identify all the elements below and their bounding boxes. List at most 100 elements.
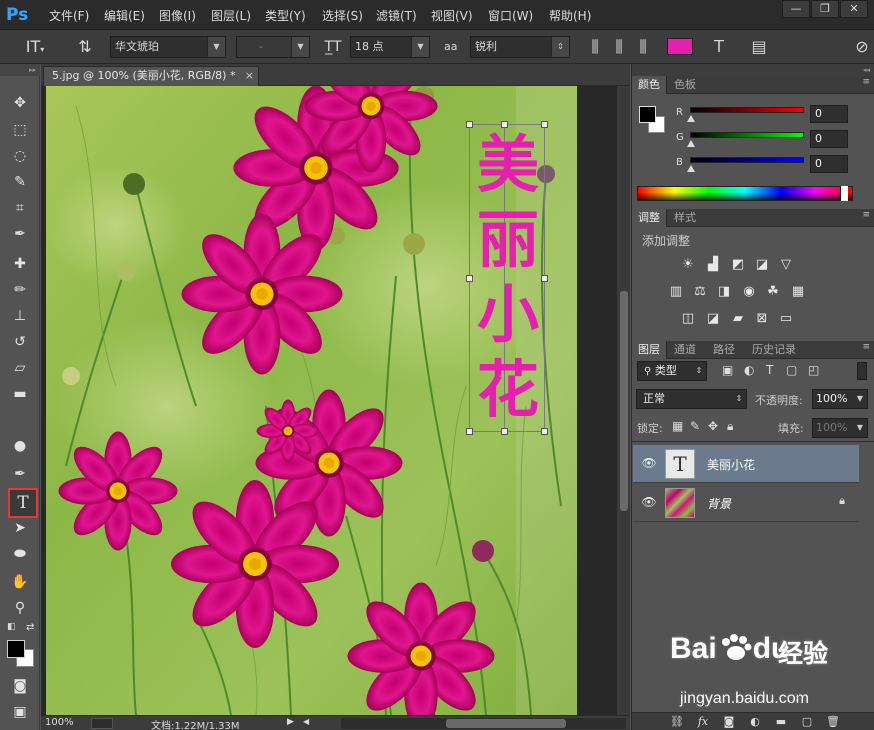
tab-adjustments[interactable]: 调整	[632, 209, 667, 227]
layer-name[interactable]: 背景	[707, 495, 731, 512]
quick-select-tool-icon[interactable]: ✎	[7, 170, 33, 194]
lock-transparent-icon[interactable]: ▦	[672, 419, 683, 433]
channel-b-slider[interactable]	[690, 157, 804, 163]
threshold-icon[interactable]: ▰	[729, 311, 747, 327]
transform-handle[interactable]	[466, 121, 473, 128]
blend-mode-select[interactable]: 正常 ⇕	[636, 389, 747, 409]
transform-handle[interactable]	[466, 428, 473, 435]
align-top-icon[interactable]: ⫼	[584, 36, 606, 58]
panel-menu-icon[interactable]: ≡	[862, 210, 870, 220]
path-select-tool-icon[interactable]: ➤	[7, 516, 33, 540]
clone-stamp-tool-icon[interactable]: ⊥	[7, 304, 33, 328]
channel-r-slider[interactable]	[690, 107, 804, 113]
menu-layer[interactable]: 图层(L)	[211, 7, 251, 24]
color-lookup-icon[interactable]: ▦	[789, 284, 807, 300]
character-panel-icon[interactable]: ▤	[748, 36, 770, 58]
pen-tool-icon[interactable]: ✒	[7, 462, 33, 486]
font-size-select[interactable]: 18 点 ▼	[350, 36, 430, 58]
dodge-tool-icon[interactable]: ●	[7, 434, 33, 458]
spectrum-white-swatch[interactable]	[840, 186, 848, 201]
layer-filter-select[interactable]: ⚲ 类型 ⇕	[637, 361, 707, 381]
tool-preset-icon[interactable]: IT▾	[22, 36, 48, 58]
channel-b-value[interactable]: 0	[810, 155, 848, 173]
transform-handle[interactable]	[501, 428, 508, 435]
scroll-thumb[interactable]	[446, 719, 566, 728]
panel-menu-icon[interactable]: ≡	[862, 77, 870, 87]
quick-mask-icon[interactable]: ◙	[7, 674, 33, 698]
screen-mode-icon[interactable]: ▣	[7, 700, 33, 724]
eye-icon[interactable]: 👁︎	[641, 495, 657, 509]
color-spectrum[interactable]	[637, 186, 853, 201]
gradient-map-icon[interactable]: ▭	[777, 311, 795, 327]
filter-type-icon[interactable]: T	[766, 363, 773, 377]
layer-row[interactable]: 👁︎ 背景 🔒︎	[633, 484, 859, 522]
channel-r-value[interactable]: 0	[810, 105, 848, 123]
slider-handle[interactable]	[687, 115, 695, 122]
menu-edit[interactable]: 编辑(E)	[104, 7, 145, 24]
move-tool-icon[interactable]: ✥	[7, 91, 33, 115]
exposure-icon[interactable]: ◪	[753, 257, 771, 273]
panel-grip[interactable]: ◂◂	[632, 64, 874, 76]
menu-file[interactable]: 文件(F)	[49, 7, 89, 24]
menu-help[interactable]: 帮助(H)	[549, 7, 591, 24]
slider-handle[interactable]	[687, 165, 695, 172]
color-balance-icon[interactable]: ⚖	[691, 284, 709, 300]
filter-adjustment-icon[interactable]: ◐	[744, 363, 754, 377]
selective-color-icon[interactable]: ⊠	[753, 311, 771, 327]
opacity-field[interactable]: 100% ▼	[812, 389, 868, 409]
channel-mixer-icon[interactable]: ☘	[764, 284, 782, 300]
tab-color[interactable]: 颜色	[632, 76, 667, 94]
menu-filter[interactable]: 滤镜(T)	[376, 7, 417, 24]
brightness-icon[interactable]: ☀	[679, 257, 697, 273]
zoom-level[interactable]: 100%	[45, 717, 74, 728]
photo-filter-icon[interactable]: ◉	[740, 284, 758, 300]
scroll-thumb[interactable]	[620, 291, 628, 511]
transform-handle[interactable]	[541, 275, 548, 282]
horizontal-scrollbar[interactable]	[341, 718, 626, 729]
anti-alias-select[interactable]: 锐利 ⇕	[470, 36, 570, 58]
filter-toggle[interactable]	[857, 362, 867, 380]
lock-pixels-icon[interactable]: ✎	[690, 419, 700, 433]
filter-smart-object-icon[interactable]: ◰	[808, 363, 819, 377]
panel-menu-icon[interactable]: ≡	[862, 342, 870, 352]
vibrance-icon[interactable]: ▽	[777, 257, 795, 273]
document-tab[interactable]: 5.jpg @ 100% (美丽小花, RGB/8) * ×	[43, 66, 259, 86]
fill-field[interactable]: 100% ▼	[812, 418, 868, 438]
channel-g-value[interactable]: 0	[810, 130, 848, 148]
align-center-icon[interactable]: ⫼	[608, 36, 630, 58]
menu-select[interactable]: 选择(S)	[322, 7, 363, 24]
gradient-tool-icon[interactable]: ▬	[7, 382, 33, 406]
status-menu-arrow-icon[interactable]: ▶	[287, 717, 294, 727]
lock-position-icon[interactable]: ✥	[708, 419, 718, 433]
filter-shape-icon[interactable]: ▢	[786, 363, 797, 377]
warp-text-icon[interactable]: Ｔ	[708, 36, 730, 58]
eraser-tool-icon[interactable]: ▱	[7, 356, 33, 380]
hue-sat-icon[interactable]: ▥	[667, 284, 685, 300]
close-icon[interactable]: ×	[245, 67, 254, 85]
eye-icon[interactable]: 👁︎	[641, 456, 657, 470]
curves-icon[interactable]: ◩	[729, 257, 747, 273]
tab-swatches[interactable]: 色板	[668, 76, 702, 94]
levels-icon[interactable]: ▟	[704, 257, 722, 273]
lasso-tool-icon[interactable]: ◌	[7, 144, 33, 168]
status-preview-icon[interactable]	[91, 718, 113, 729]
restore-button[interactable]: ❐	[811, 0, 839, 18]
default-colors-icon[interactable]: ◧	[7, 622, 16, 632]
foreground-color-swatch[interactable]	[639, 106, 656, 123]
tab-styles[interactable]: 样式	[668, 209, 702, 227]
type-tool-icon[interactable]: T	[8, 488, 38, 518]
scroll-left-icon[interactable]: ◀	[303, 717, 309, 726]
marquee-tool-icon[interactable]: ⬚	[7, 118, 33, 142]
transform-handle[interactable]	[541, 428, 548, 435]
filter-pixel-icon[interactable]: ▣	[722, 363, 733, 377]
channel-g-slider[interactable]	[690, 132, 804, 138]
swap-colors-icon[interactable]: ⇄	[26, 622, 34, 633]
menu-window[interactable]: 窗口(W)	[488, 7, 533, 24]
bw-icon[interactable]: ◨	[715, 284, 733, 300]
crop-tool-icon[interactable]: ⌗	[7, 196, 33, 220]
text-orientation-icon[interactable]: ⇅	[74, 36, 96, 58]
text-bounding-box[interactable]: 美 丽 小 花	[466, 121, 548, 435]
lock-all-icon[interactable]: 🔒︎	[727, 419, 733, 434]
layer-name[interactable]: 美丽小花	[707, 456, 755, 473]
close-window-button[interactable]: ✕	[840, 0, 868, 18]
